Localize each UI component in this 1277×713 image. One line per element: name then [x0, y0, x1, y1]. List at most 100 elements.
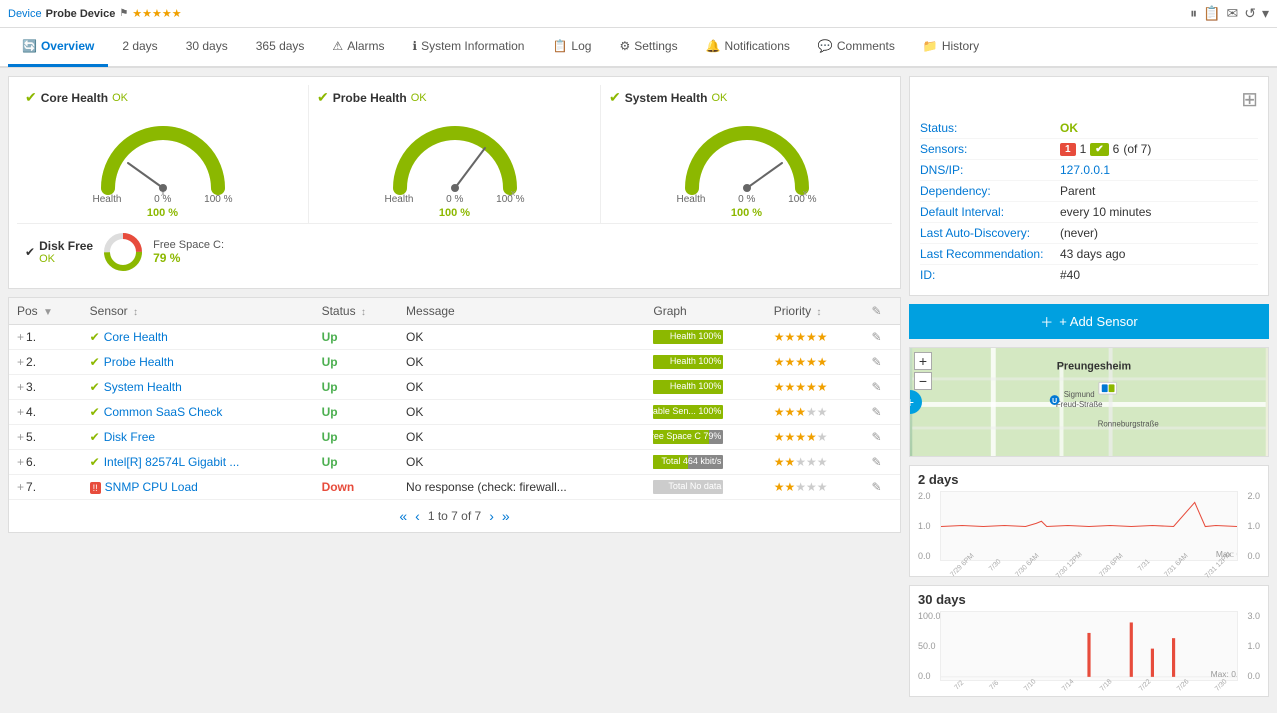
- top-bar: Device Probe Device ⚑ ★★★★★ ⏸ 📋 ✉ ↺ ▾: [0, 0, 1277, 28]
- pause-icon[interactable]: ⏸: [1190, 5, 1197, 22]
- tab-notifications[interactable]: 🔔 Notifications: [692, 27, 804, 67]
- chart-2days-area: 2.0 1.0 0.0 Max: 0.00 % 2.0 1.0: [918, 491, 1260, 561]
- expand-icon[interactable]: +: [17, 330, 24, 344]
- map-zoom-out[interactable]: −: [914, 372, 932, 390]
- id-value: #40: [1060, 268, 1080, 282]
- tab-comments[interactable]: 💬 Comments: [804, 27, 909, 67]
- tab-history[interactable]: 📁 History: [909, 27, 993, 67]
- system-health-title: System Health: [625, 91, 708, 105]
- star-filled: ★: [774, 380, 785, 394]
- row-edit-icon[interactable]: ✎: [871, 480, 881, 494]
- qr-icon[interactable]: ⊞: [1241, 87, 1258, 112]
- expand-icon[interactable]: +: [17, 430, 24, 444]
- tab-alarms[interactable]: ⚠ Alarms: [318, 27, 398, 67]
- sensor-name-link[interactable]: Common SaaS Check: [104, 405, 223, 419]
- alarm-icon: ⚠: [332, 39, 343, 53]
- row-edit-icon[interactable]: ✎: [871, 405, 881, 419]
- add-sensor-button[interactable]: ＋ + Add Sensor: [909, 304, 1269, 339]
- map-section: Preungesheim Sigmund Freud-Straße Ronneb…: [909, 347, 1269, 457]
- main-layout: ✔ Core Health OK x H: [0, 68, 1277, 713]
- tab-30days[interactable]: 30 days: [172, 27, 242, 67]
- star-filled: ★: [806, 355, 817, 369]
- star-filled: ★: [795, 405, 806, 419]
- tab-overview[interactable]: 🔄 Overview: [8, 27, 108, 67]
- row-edit-icon[interactable]: ✎: [871, 355, 881, 369]
- disk-free-info: Disk Free OK: [39, 239, 93, 265]
- comments-icon: 💬: [818, 39, 833, 53]
- col-sensor[interactable]: Sensor ↕: [82, 298, 314, 325]
- col-status[interactable]: Status ↕: [314, 298, 398, 325]
- row-priority: ★★★★★: [766, 400, 864, 425]
- col-pos[interactable]: Pos ▼: [9, 298, 82, 325]
- row-sensor-name: !!SNMP CPU Load: [82, 475, 314, 500]
- row-edit: ✎: [863, 475, 900, 500]
- sensor-name-link[interactable]: Probe Health: [104, 355, 174, 369]
- star-filled: ★: [806, 430, 817, 444]
- star-filled: ★: [774, 430, 785, 444]
- clipboard-icon[interactable]: 📋: [1203, 5, 1220, 22]
- tab-settings[interactable]: ⚙ Settings: [605, 27, 691, 67]
- email-icon[interactable]: ✉: [1227, 5, 1239, 22]
- expand-icon[interactable]: +: [17, 380, 24, 394]
- row-priority: ★★★★★: [766, 450, 864, 475]
- row-edit-icon[interactable]: ✎: [871, 380, 881, 394]
- star-filled: ★: [795, 330, 806, 344]
- sensor-name-link[interactable]: Core Health: [104, 330, 168, 344]
- sensor-name-link[interactable]: Intel[R] 82574L Gigabit ...: [104, 455, 240, 469]
- row-edit-icon[interactable]: ✎: [871, 455, 881, 469]
- star-filled: ★: [817, 380, 828, 394]
- sensor-table-section: Pos ▼ Sensor ↕ Status ↕ Message Graph Pr…: [8, 297, 901, 533]
- chart-2days-y-top: 2.0: [918, 491, 938, 501]
- pagination-prev[interactable]: ‹: [415, 508, 420, 524]
- graph-label: Free Space C 79%: [645, 431, 721, 441]
- row-graph: Free Space C 79%: [645, 425, 765, 450]
- svg-text:x: x: [160, 188, 165, 198]
- system-health-check-icon: ✔: [609, 89, 621, 106]
- pagination-info: 1 to 7 of 7: [428, 509, 481, 523]
- svg-text:U: U: [1052, 398, 1057, 405]
- row-edit: ✎: [863, 425, 900, 450]
- sensor-name-link[interactable]: System Health: [104, 380, 182, 394]
- tab-log[interactable]: 📋 Log: [538, 27, 605, 67]
- chart-30days-yr-top: 3.0: [1240, 611, 1260, 621]
- star-filled: ★: [785, 380, 796, 394]
- sensor-name-link[interactable]: Disk Free: [104, 430, 155, 444]
- left-panel: ✔ Core Health OK x H: [8, 76, 901, 705]
- tab-sysinfo[interactable]: ℹ System Information: [399, 27, 539, 67]
- row-sensor-name: ✔Probe Health: [82, 350, 314, 375]
- expand-icon[interactable]: +: [17, 355, 24, 369]
- pos-sort-icon: ▼: [43, 307, 53, 318]
- expand-icon[interactable]: +: [17, 405, 24, 419]
- disk-free-check-icon: ✔: [25, 245, 35, 259]
- core-health-gauge: ✔ Core Health OK x H: [17, 85, 309, 223]
- expand-icon[interactable]: +: [17, 455, 24, 469]
- sensor-name-link[interactable]: SNMP CPU Load: [105, 480, 198, 494]
- row-priority: ★★★★★: [766, 350, 864, 375]
- tab-sysinfo-label: System Information: [421, 39, 524, 53]
- tab-settings-label: Settings: [634, 39, 677, 53]
- graph-bar: Available Sen... 100%: [653, 405, 757, 419]
- probe-health-title: Probe Health: [333, 91, 407, 105]
- graph-bar: Health 100%: [653, 330, 757, 344]
- row-edit-icon[interactable]: ✎: [871, 330, 881, 344]
- expand-icon[interactable]: +: [17, 480, 24, 494]
- star-filled: ★: [806, 330, 817, 344]
- tab-2days[interactable]: 2 days: [108, 27, 171, 67]
- map-zoom-in[interactable]: +: [914, 352, 932, 370]
- sensor-tbody: +1.✔Core HealthUpOK Health 100% ★★★★★✎+2…: [9, 325, 900, 500]
- row-sensor-name: ✔Core Health: [82, 325, 314, 350]
- star-empty: ★: [817, 405, 828, 419]
- pagination-last[interactable]: »: [502, 508, 510, 524]
- device-stars[interactable]: ★★★★★: [132, 7, 181, 20]
- col-priority[interactable]: Priority ↕: [766, 298, 864, 325]
- tab-365days[interactable]: 365 days: [242, 27, 319, 67]
- dropdown-icon[interactable]: ▾: [1262, 5, 1269, 22]
- chart-2days: 2 days 2.0 1.0 0.0 Max: 0.00 %: [909, 465, 1269, 577]
- graph-bar: Free Space C 79%: [653, 430, 757, 444]
- chart-30days-y-labels: 100.0 50.0 0.0: [918, 611, 938, 681]
- refresh-icon[interactable]: ↺: [1244, 5, 1256, 22]
- row-edit: ✎: [863, 350, 900, 375]
- row-edit-icon[interactable]: ✎: [871, 430, 881, 444]
- pagination-next[interactable]: ›: [489, 508, 494, 524]
- pagination-first[interactable]: «: [399, 508, 407, 524]
